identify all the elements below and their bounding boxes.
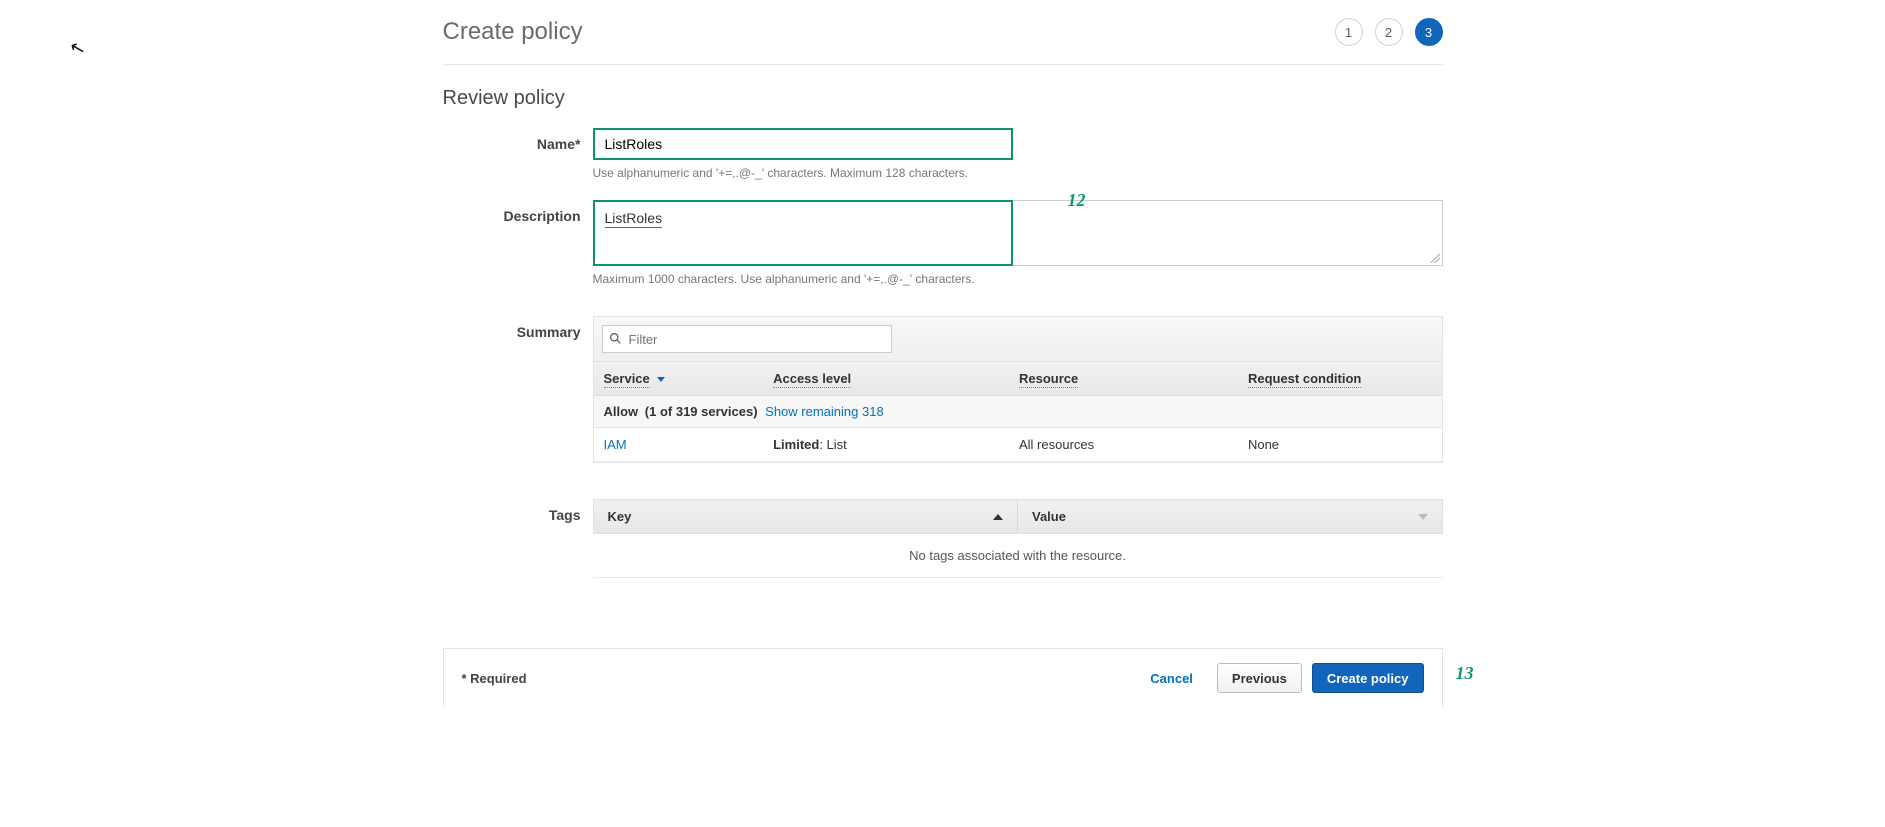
tags-col-key[interactable]: Key (594, 500, 1018, 533)
description-input[interactable]: ListRoles (593, 200, 1013, 266)
name-input[interactable] (593, 128, 1013, 160)
summary-data-row: IAM Limited: List All resources None (594, 428, 1442, 462)
footer-bar: * Required Cancel Previous Create policy… (443, 648, 1443, 707)
summary-header-row: Service Access level Resource Request co… (594, 362, 1442, 396)
step-1[interactable]: 1 (1335, 18, 1363, 46)
section-title: Review policy (443, 87, 1443, 110)
summary-label: Summary (443, 316, 593, 340)
summary-box: Service Access level Resource Request co… (593, 316, 1443, 463)
required-note: * Required (462, 671, 527, 686)
description-label: Description (443, 200, 593, 224)
cancel-button[interactable]: Cancel (1136, 663, 1207, 693)
search-icon (609, 332, 622, 345)
annotation-13: 13 (1456, 663, 1474, 684)
sort-up-icon (993, 514, 1003, 520)
access-level-cell: Limited: List (763, 428, 1009, 461)
mouse-cursor: ↖ (68, 36, 88, 60)
previous-button[interactable]: Previous (1217, 663, 1302, 693)
sort-neutral-icon (1418, 514, 1428, 520)
tags-table: Key Value No tags associated with the re… (593, 499, 1443, 578)
page-title: Create policy (443, 18, 583, 46)
annotation-12: 12 (1068, 190, 1086, 211)
col-resource[interactable]: Resource (1009, 362, 1238, 395)
show-remaining-link[interactable]: Show remaining 318 (765, 404, 884, 419)
col-access[interactable]: Access level (763, 362, 1009, 395)
name-hint: Use alphanumeric and '+=,.@-_' character… (593, 166, 1443, 180)
summary-filter-input[interactable] (602, 325, 892, 353)
tags-col-value[interactable]: Value (1017, 500, 1442, 533)
service-link-iam[interactable]: IAM (604, 437, 627, 452)
description-hint: Maximum 1000 characters. Use alphanumeri… (593, 272, 1443, 286)
request-condition-cell: None (1238, 428, 1442, 461)
step-2[interactable]: 2 (1375, 18, 1403, 46)
stepper: 1 2 3 (1335, 18, 1443, 46)
resource-cell: All resources (1009, 428, 1238, 461)
col-service[interactable]: Service (594, 362, 764, 395)
step-3[interactable]: 3 (1415, 18, 1443, 46)
sort-caret-icon (657, 377, 665, 382)
header: Create policy 1 2 3 (443, 18, 1443, 65)
name-label: Name* (443, 128, 593, 152)
tags-empty-message: No tags associated with the resource. (593, 534, 1443, 578)
col-request-condition[interactable]: Request condition (1238, 362, 1442, 395)
create-policy-button[interactable]: Create policy (1312, 663, 1424, 693)
tags-label: Tags (443, 499, 593, 523)
summary-group-row: Allow (1 of 319 services) Show remaining… (594, 396, 1442, 428)
